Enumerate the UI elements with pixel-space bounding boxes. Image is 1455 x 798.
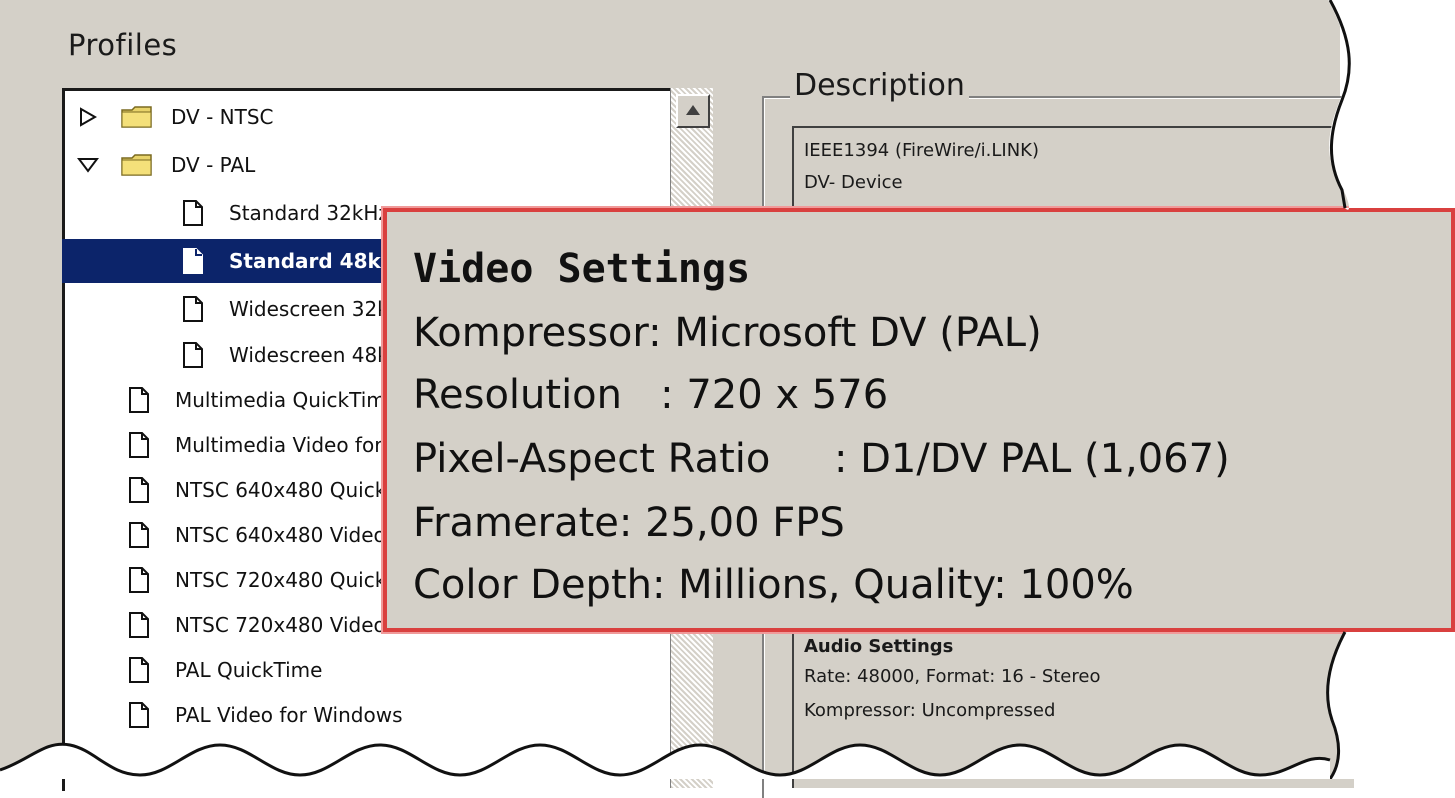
torn-edge-decoration xyxy=(0,0,1455,779)
screenshot: Profiles DV - NTSC DV - PAL Standard 32k… xyxy=(0,0,1455,798)
